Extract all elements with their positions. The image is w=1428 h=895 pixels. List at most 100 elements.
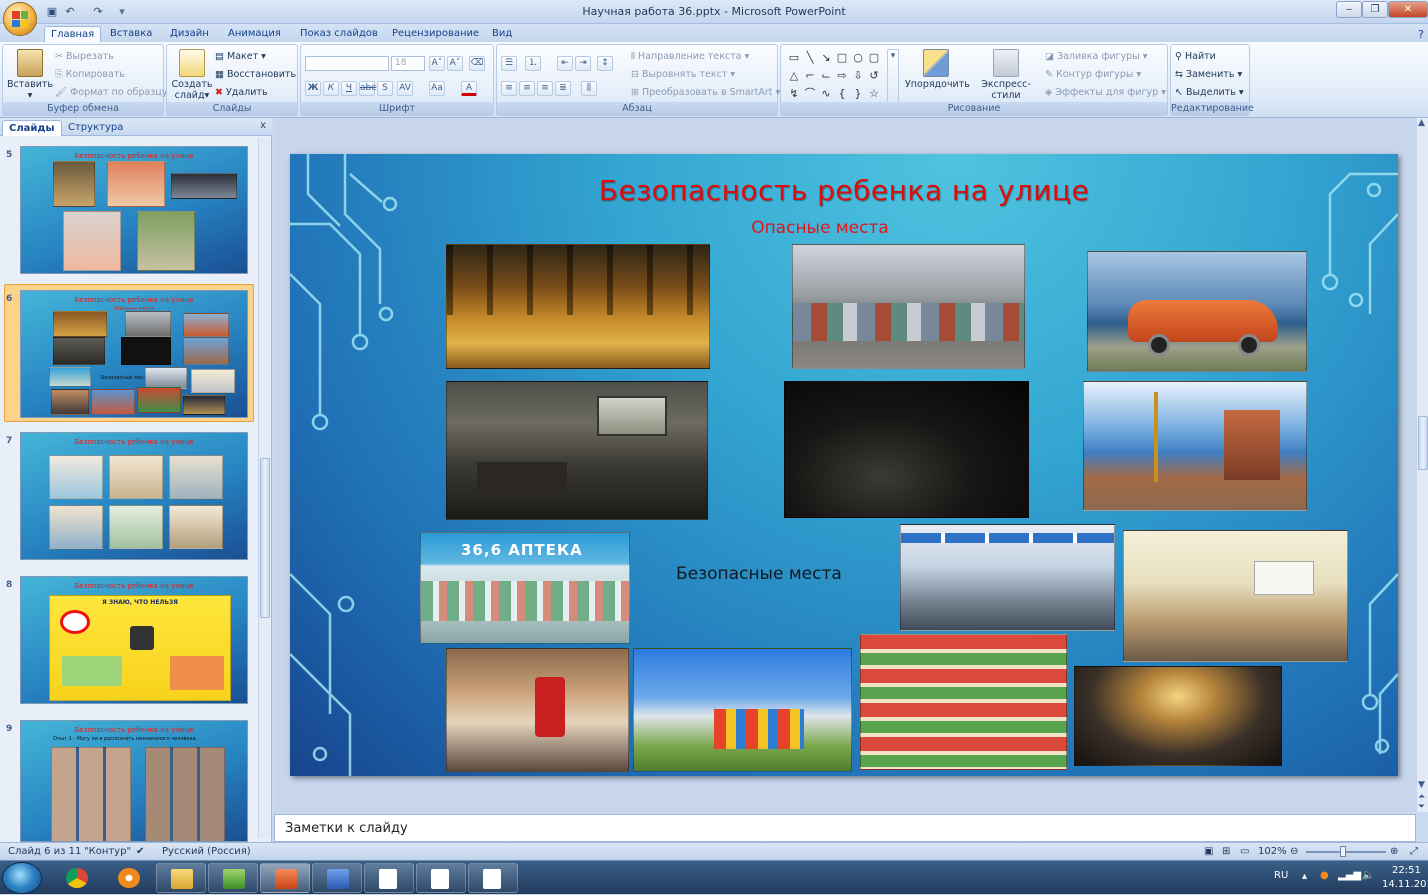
textbox-shape-icon[interactable]: ▭ [787, 51, 801, 65]
slide-title[interactable]: Безопасность ребенка на улице [290, 174, 1398, 207]
slide-thumb-5[interactable]: Безопасность ребенка на улице [20, 146, 248, 274]
right-brace-shape-icon[interactable]: } [851, 87, 865, 101]
freeform-shape-icon[interactable]: ↯ [787, 87, 801, 101]
spellcheck-icon[interactable]: ✔ [136, 846, 144, 857]
next-slide-icon[interactable]: ⏷ [1418, 802, 1425, 812]
slide-thumb-8[interactable]: Безопасность ребенка на улице Я ЗНАЮ, ЧТ… [20, 576, 248, 704]
numbering-icon[interactable]: ⒈ [525, 56, 541, 71]
curve-shape-icon[interactable]: ↺ [867, 69, 881, 83]
photo-garages[interactable] [792, 244, 1025, 369]
star-shape-icon[interactable]: ☆ [867, 87, 881, 101]
photo-pharmacy[interactable]: 36,6 АПТЕКА [420, 532, 630, 644]
network-signal-icon[interactable]: ▂▄▆ [1338, 870, 1361, 881]
taskbar-chrome[interactable] [52, 863, 102, 893]
taskbar-app[interactable] [104, 863, 154, 893]
smartart-button[interactable]: ⊞ Преобразовать в SmartArt ▾ [631, 86, 780, 100]
text-direction-button[interactable]: ⫴ Направление текста ▾ [631, 50, 749, 64]
grow-font-icon[interactable]: A˄ [429, 56, 445, 71]
font-size-combo[interactable]: 18 [391, 56, 425, 71]
start-button[interactable] [2, 862, 42, 894]
format-painter-button[interactable]: 🖌 Формат по образцу [55, 86, 167, 100]
wave-shape-icon[interactable]: ∿ [819, 87, 833, 101]
slide-editor-scrollbar[interactable]: ▲ ▼ ⏶ ⏷ [1416, 118, 1428, 812]
clock-time[interactable]: 22:51 [1392, 865, 1421, 876]
photo-clinic-registry[interactable] [900, 524, 1115, 631]
photo-autumn-forest[interactable] [446, 244, 710, 369]
cut-button[interactable]: ✂ Вырезать [55, 50, 114, 64]
copy-button[interactable]: ⎘ Копировать [55, 68, 125, 82]
slide-canvas[interactable]: Безопасность ребенка на улице Опасные ме… [290, 154, 1398, 776]
photo-city-evening-street[interactable] [1074, 666, 1282, 766]
close-window-button[interactable]: ✕ [1388, 1, 1428, 18]
photo-playground[interactable] [633, 648, 852, 772]
photo-grocery-store[interactable] [860, 634, 1067, 770]
replace-button[interactable]: ⇆ Заменить ▾ [1175, 68, 1242, 82]
justify-icon[interactable]: ≣ [555, 81, 571, 96]
strikethrough-icon[interactable]: abc [359, 81, 376, 96]
photo-school-classroom[interactable] [1123, 530, 1348, 662]
slide-thumb-7[interactable]: Безопасность ребенка на улице [20, 432, 248, 560]
char-spacing-icon[interactable]: AV [397, 81, 413, 96]
align-right-icon[interactable]: ≡ [537, 81, 553, 96]
tab-slideshow[interactable]: Показ слайдов [294, 26, 384, 42]
photo-orange-car[interactable] [1087, 251, 1307, 372]
prev-slide-icon[interactable]: ⏶ [1418, 792, 1425, 802]
photo-abandoned-basement[interactable] [446, 381, 708, 520]
tray-app-icon[interactable]: ● [1320, 870, 1329, 881]
help-icon[interactable]: ? [1418, 28, 1424, 41]
minimize-button[interactable]: ‒ [1336, 1, 1362, 18]
slide-thumb-9[interactable]: Безопасность ребенка на улице Опыт 1 - М… [20, 720, 248, 842]
right-arrow-shape-icon[interactable]: ⇨ [835, 69, 849, 83]
slide-editor-scroll-thumb[interactable] [1418, 416, 1428, 470]
columns-icon[interactable]: ⫼ [581, 81, 597, 96]
tab-review[interactable]: Рецензирование [386, 26, 485, 42]
shadow-icon[interactable]: S [377, 81, 393, 96]
slides-pane-scroll-thumb[interactable] [260, 458, 270, 618]
sorter-view-icon[interactable]: ⊞ [1222, 846, 1230, 857]
tab-design[interactable]: Дизайн [164, 26, 215, 42]
clock-date[interactable]: 14.11.2018 [1382, 879, 1428, 890]
font-name-combo[interactable] [305, 56, 389, 71]
tab-slides-pane[interactable]: Слайды [2, 120, 62, 136]
oval-shape-icon[interactable]: ○ [851, 51, 865, 65]
zoom-out-icon[interactable]: ⊖ [1290, 846, 1298, 857]
clear-format-icon[interactable]: ⌫ [469, 56, 485, 71]
decrease-indent-icon[interactable]: ⇤ [557, 56, 573, 71]
photo-dark-street[interactable] [784, 381, 1029, 518]
taskbar-network[interactable] [208, 863, 258, 893]
slide-thumb-6[interactable]: Безопасность ребенка на улице Опасные ме… [20, 290, 248, 418]
input-language[interactable]: RU [1274, 870, 1288, 881]
quick-styles-button[interactable]: Экспресс-стили [969, 49, 1043, 101]
tab-insert[interactable]: Вставка [104, 26, 158, 42]
pane-close-icon[interactable]: x [260, 120, 266, 131]
triangle-shape-icon[interactable]: △ [787, 69, 801, 83]
safe-places-label[interactable]: Безопасные места [676, 564, 842, 584]
volume-icon[interactable]: 🔈 [1362, 870, 1374, 881]
taskbar-document-2[interactable] [416, 863, 466, 893]
down-arrow-shape-icon[interactable]: ⇩ [851, 69, 865, 83]
bullets-icon[interactable]: ☰ [501, 56, 517, 71]
slides-pane-scrollbar[interactable] [258, 138, 270, 838]
left-brace-shape-icon[interactable]: { [835, 87, 849, 101]
taskbar-powerpoint[interactable] [260, 863, 310, 893]
language-indicator[interactable]: Русский (Россия) [162, 846, 251, 857]
notes-field[interactable]: Заметки к слайду [274, 814, 1416, 842]
underline-icon[interactable]: Ч [341, 81, 357, 96]
tab-animation[interactable]: Анимация [222, 26, 287, 42]
reset-button[interactable]: ▦ Восстановить [215, 68, 296, 82]
new-slide-button[interactable]: Создать слайд▾ [171, 49, 213, 101]
danger-places-label[interactable]: Опасные места [290, 218, 1350, 238]
photo-hair-salon[interactable] [446, 648, 629, 772]
zoom-in-icon[interactable]: ⊕ [1390, 846, 1398, 857]
shape-outline-button[interactable]: ✎ Контур фигуры ▾ [1045, 68, 1141, 82]
arrange-button[interactable]: Упорядочить [905, 49, 970, 90]
rectangle-shape-icon[interactable]: □ [835, 51, 849, 65]
taskbar-document-3[interactable] [468, 863, 518, 893]
shrink-font-icon[interactable]: A˅ [447, 56, 463, 71]
maximize-button[interactable]: ❐ [1362, 1, 1388, 18]
zoom-slider-thumb[interactable] [1340, 846, 1346, 857]
align-left-icon[interactable]: ≡ [501, 81, 517, 96]
increase-indent-icon[interactable]: ⇥ [575, 56, 591, 71]
zoom-slider[interactable] [1306, 851, 1386, 853]
taskbar-word[interactable] [312, 863, 362, 893]
